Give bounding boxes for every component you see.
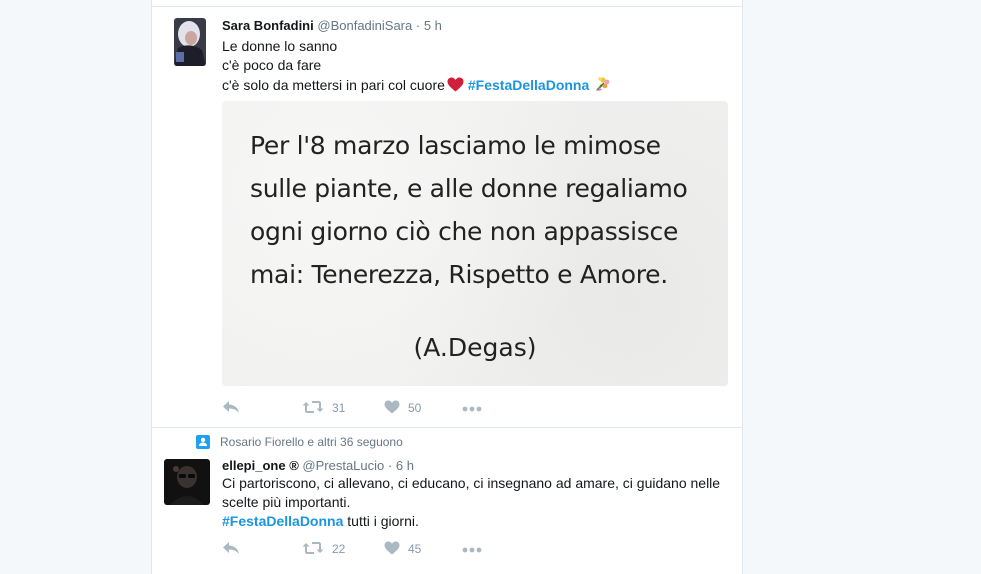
quote-line: ogni giorno ciò che non appassisce: [250, 217, 679, 246]
like-icon: [384, 541, 400, 558]
tweet-text-line: scelte più importanti.: [222, 494, 351, 510]
quote-line: Per l'8 marzo lasciamo le mimose: [250, 131, 661, 160]
follow-context[interactable]: Rosario Fiorello e altri 36 seguono: [196, 435, 403, 449]
reply-icon: [222, 400, 240, 417]
more-button[interactable]: [462, 398, 482, 418]
like-button[interactable]: 45: [384, 539, 421, 559]
separator-dot: ·: [415, 18, 421, 33]
tweet-media-image[interactable]: Per l'8 marzo lasciamo le mimose sulle p…: [222, 101, 728, 386]
tweet[interactable]: Sara Bonfadini @BonfadiniSara · 5 h Le d…: [152, 6, 742, 428]
heart-emoji: [447, 77, 464, 97]
tweet-text-line: #FestaDellaDonna tutti i giorni.: [222, 512, 732, 531]
avatar[interactable]: [164, 459, 210, 505]
like-count: 50: [408, 401, 422, 415]
tweet-actions: 22 45: [222, 539, 522, 559]
tweet-header: Sara Bonfadini @BonfadiniSara · 5 h: [222, 18, 442, 33]
hashtag-link[interactable]: #FestaDellaDonna: [468, 77, 589, 93]
quote-line: mai: Tenerezza, Rispetto e Amore.: [250, 260, 668, 289]
hashtag-link[interactable]: #FestaDellaDonna: [222, 513, 343, 529]
like-icon: [384, 400, 400, 417]
retweet-icon: [302, 400, 324, 417]
reply-button[interactable]: [222, 398, 240, 418]
like-count: 45: [408, 542, 422, 556]
timestamp[interactable]: 6 h: [396, 458, 414, 473]
tweet-text-line: c'è poco da fare: [222, 57, 322, 73]
tweet-text-line: Ci partoriscono, ci allevano, ci educano…: [222, 475, 721, 491]
separator-dot: ·: [387, 458, 393, 473]
reply-button[interactable]: [222, 539, 240, 559]
author-name[interactable]: Sara Bonfadini: [222, 18, 314, 33]
retweet-icon: [302, 541, 324, 558]
like-button[interactable]: 50: [384, 398, 421, 418]
more-button[interactable]: [462, 539, 482, 559]
follow-context-text: Rosario Fiorello e altri 36 seguono: [220, 435, 403, 449]
timestamp[interactable]: 5 h: [424, 18, 442, 33]
tweet-text-line: c'è solo da mettersi in pari col cuore #F…: [222, 75, 611, 98]
author-handle[interactable]: @BonfadiniSara: [317, 18, 412, 33]
author-name[interactable]: ellepi_one ®: [222, 458, 299, 473]
retweet-count: 31: [332, 401, 346, 415]
tweet-text-segment: tutti i giorni.: [343, 513, 419, 529]
quote-author: (A.Degas): [413, 333, 537, 362]
tweet-text-line: Le donne lo sanno: [222, 38, 338, 54]
tweet-text: Ci partoriscono, ci allevano, ci educano…: [222, 474, 732, 531]
author-handle[interactable]: @PrestaLucio: [302, 458, 384, 473]
tweet-header: ellepi_one ® @PrestaLucio · 6 h: [222, 458, 414, 473]
tweet-actions: 31 50: [222, 398, 522, 418]
reply-icon: [222, 541, 240, 558]
follow-context-icon: [196, 435, 210, 449]
timeline: Sara Bonfadini @BonfadiniSara · 5 h Le d…: [151, 0, 743, 574]
retweet-button[interactable]: 31: [302, 398, 345, 418]
more-icon: [462, 542, 482, 556]
more-icon: [462, 401, 482, 415]
quote-line: sulle piante, e alle donne regaliamo: [250, 174, 688, 203]
tweet-text: Le donne lo sanno c'è poco da fare c'è s…: [222, 37, 611, 98]
quote-text: Per l'8 marzo lasciamo le mimose sulle p…: [250, 124, 720, 296]
tweet-text-segment: c'è solo da mettersi in pari col cuore: [222, 77, 445, 93]
bouquet-emoji: [593, 75, 611, 98]
retweet-count: 22: [332, 542, 346, 556]
avatar[interactable]: [174, 18, 206, 66]
retweet-button[interactable]: 22: [302, 539, 345, 559]
tweet[interactable]: Rosario Fiorello e altri 36 seguono elle…: [152, 427, 742, 574]
